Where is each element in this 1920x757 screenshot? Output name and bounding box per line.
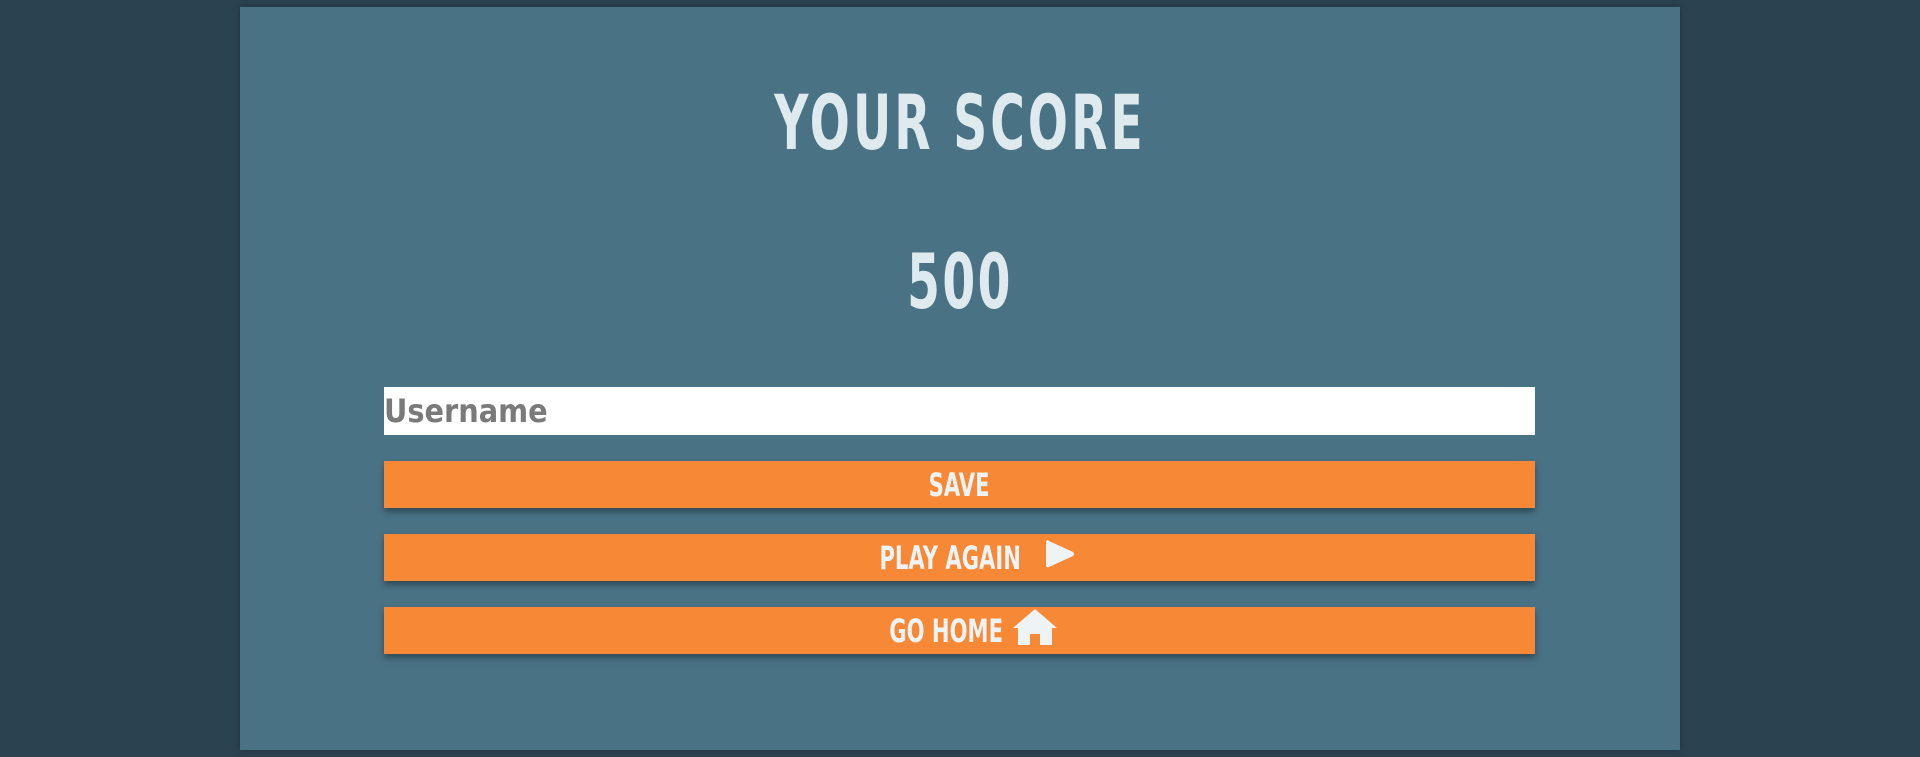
play-icon: [1044, 537, 1076, 579]
play-again-button-label: PLAY AGAIN: [879, 538, 1022, 577]
go-home-button-label: GO HOME: [889, 611, 1004, 650]
save-score-form: SAVE PLAY AGAIN GO HOME: [384, 387, 1535, 654]
go-home-button[interactable]: GO HOME: [384, 607, 1535, 654]
save-button-label: SAVE: [929, 465, 990, 504]
final-score: 500: [907, 237, 1013, 326]
play-again-button[interactable]: PLAY AGAIN: [384, 534, 1535, 581]
save-button[interactable]: SAVE: [384, 461, 1535, 508]
username-input[interactable]: [384, 387, 1535, 435]
page-title: YOUR SCORE: [774, 78, 1146, 167]
end-card: YOUR SCORE 500 SAVE PLAY AGAIN GO HOME: [240, 7, 1680, 750]
home-icon: [1011, 607, 1059, 655]
